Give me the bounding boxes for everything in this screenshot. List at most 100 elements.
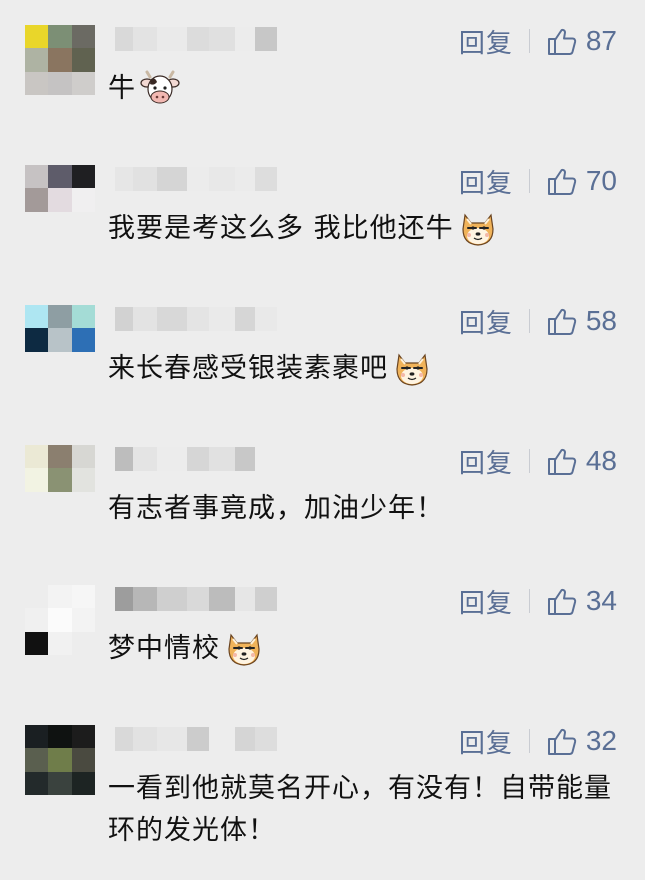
comment-actions: 回复 48 [459,443,617,479]
avatar-tile [71,468,95,492]
comment-item-2: 回复 70 我要是考这么多 我比他还牛 [0,140,645,280]
avatar-tile [25,608,49,632]
avatar[interactable] [25,25,95,95]
username-blurred[interactable] [115,587,277,611]
username-blur-block [133,447,157,471]
avatar-tile [48,351,72,375]
thumbs-up-icon[interactable] [546,725,578,757]
action-divider [528,449,530,473]
avatar-tile [71,48,95,72]
avatar-tile [71,445,95,469]
avatar-tile [71,491,95,515]
username-blur-block [187,167,209,191]
avatar[interactable] [25,725,95,795]
reply-button[interactable]: 回复 [459,723,513,760]
comment-actions: 回复 34 [459,583,617,619]
avatar-tile [25,445,49,469]
username-blur-block [209,167,235,191]
username-blur-block [157,587,187,611]
avatar-tile [25,48,49,72]
username-blur-block [255,27,277,51]
avatar-tile [25,725,49,749]
avatar-tile [71,71,95,95]
avatar[interactable] [25,585,95,655]
reply-button[interactable]: 回复 [459,443,513,480]
thumbs-up-icon[interactable] [546,165,578,197]
username-blur-block [157,167,187,191]
reply-button[interactable]: 回复 [459,583,513,620]
avatar-tile [25,491,49,515]
username-blur-block [255,587,277,611]
reply-button[interactable]: 回复 [459,303,513,340]
thumbs-up-icon[interactable] [546,25,578,57]
avatar-tile [71,631,95,655]
avatar-tile [25,328,49,352]
comment-text: 来长春感受银装素裹吧 [108,348,618,390]
avatar-tile [71,725,95,749]
comment-item-3: 回复 58 来长春感受银装素裹吧 [0,280,645,420]
avatar-tile [48,165,72,189]
username-blur-block [187,307,209,331]
thumbs-up-icon[interactable] [546,305,578,337]
avatar-tile [25,748,49,772]
thumbs-up-icon[interactable] [546,585,578,617]
doge-face-icon [392,349,432,389]
cow-face-icon [140,69,180,109]
action-divider [528,729,530,753]
avatar-tile [25,188,49,212]
username-blur-block [187,27,209,51]
thumbs-up-icon[interactable] [546,445,578,477]
reply-button[interactable]: 回复 [459,23,513,60]
avatar[interactable] [25,305,95,375]
avatar[interactable] [25,165,95,235]
username-blur-block [187,447,209,471]
avatar-tile [48,305,72,329]
doge-face-icon [224,629,264,669]
doge-face-icon [458,209,498,249]
avatar-tile [25,631,49,655]
like-count: 32 [585,725,617,756]
username-blurred[interactable] [115,727,277,751]
comment-actions: 回复 87 [459,23,617,59]
comment-text-content: 梦中情校 [108,633,220,664]
avatar-tile [48,468,72,492]
avatar-tile [48,445,72,469]
username-blur-block [235,27,255,51]
like-count: 87 [585,25,617,56]
like-count: 70 [585,165,617,196]
username-blur-block [209,447,235,471]
avatar-tile [48,585,72,609]
username-blur-block [187,727,209,751]
comment-text-content: 牛 [108,73,136,104]
action-divider [528,309,530,333]
username-blurred[interactable] [115,167,277,191]
avatar-tile [48,211,72,235]
avatar-tile [25,771,49,795]
avatar[interactable] [25,445,95,515]
avatar-tile [48,748,72,772]
avatar-tile [25,351,49,375]
username-blurred[interactable] [115,27,277,51]
avatar-tile [71,188,95,212]
avatar-tile [48,491,72,515]
username-blur-block [133,587,157,611]
username-blur-block [235,727,255,751]
avatar-tile [25,585,49,609]
comment-text: 一看到他就莫名开心，有没有！自带能量环的发光体！ [108,768,618,852]
username-blur-block [115,447,133,471]
username-blur-block [133,727,157,751]
username-blurred[interactable] [115,447,277,471]
reply-button[interactable]: 回复 [459,163,513,200]
comment-actions: 回复 32 [459,723,617,759]
username-blur-block [157,27,187,51]
username-blur-block [115,167,133,191]
comment-text: 有志者事竟成，加油少年！ [108,488,618,530]
username-blur-block [115,587,133,611]
username-blurred[interactable] [115,307,277,331]
username-blur-block [235,447,255,471]
avatar-tile [71,25,95,49]
like-count: 34 [585,585,617,616]
avatar-tile [48,725,72,749]
avatar-tile [71,305,95,329]
username-blur-block [235,587,255,611]
